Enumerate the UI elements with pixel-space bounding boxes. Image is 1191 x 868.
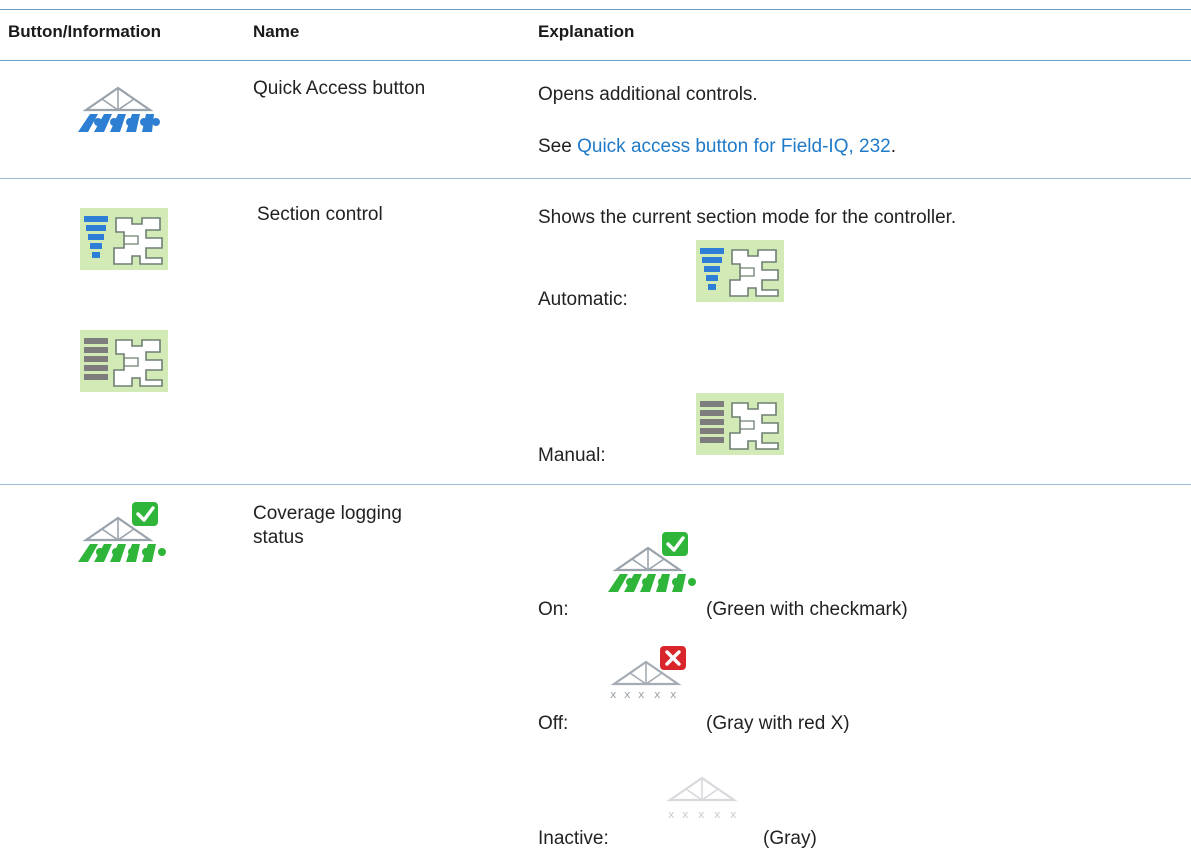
- coverage-logging-on-icon: [608, 532, 696, 592]
- column-header-explanation: Explanation: [538, 22, 635, 41]
- row-divider: [0, 484, 1191, 485]
- quick-access-link[interactable]: Quick access button for Field-IQ, 232: [577, 136, 891, 157]
- see-prefix: See: [538, 136, 578, 157]
- see-suffix: .: [890, 136, 897, 157]
- state-on-label: On:: [538, 599, 569, 620]
- svg-text:x: x: [654, 688, 661, 701]
- state-off-description: (Gray with red X): [706, 713, 850, 734]
- header-bottom-rule: [0, 60, 1191, 61]
- svg-text:x: x: [668, 808, 675, 821]
- quick-access-name: Quick Access button: [253, 78, 426, 99]
- state-inactive-description: (Gray): [763, 828, 817, 849]
- quick-access-explanation: Opens additional controls.: [538, 84, 758, 105]
- mode-automatic-label: Automatic:: [538, 289, 628, 310]
- header-top-rule: [0, 9, 1191, 10]
- svg-text:x: x: [730, 808, 737, 821]
- quick-access-see-line: See Quick access button for Field-IQ, 23…: [538, 135, 896, 159]
- coverage-logging-on-icon[interactable]: [76, 500, 172, 566]
- section-control-name: Section control: [257, 204, 383, 225]
- row-divider: [0, 178, 1191, 179]
- svg-text:x: x: [638, 688, 645, 701]
- section-control-manual-icon: [696, 393, 784, 455]
- svg-text:x: x: [682, 808, 689, 821]
- svg-text:x: x: [670, 688, 677, 701]
- mode-manual-label: Manual:: [538, 445, 606, 466]
- column-header-name: Name: [253, 22, 300, 41]
- coverage-logging-off-icon: xxxxx: [610, 646, 686, 701]
- sprayer-blue-icon[interactable]: [76, 80, 162, 136]
- state-off-label: Off:: [538, 713, 569, 734]
- svg-text:x: x: [714, 808, 721, 821]
- coverage-logging-inactive-icon: xxxxx: [668, 776, 737, 821]
- svg-text:x: x: [698, 808, 705, 821]
- state-on-description: (Green with checkmark): [706, 599, 908, 620]
- coverage-logging-name-line1: Coverage logging: [253, 503, 402, 524]
- section-control-icon[interactable]: [80, 208, 168, 270]
- svg-text:x: x: [624, 688, 631, 701]
- svg-text:x: x: [610, 688, 617, 701]
- coverage-logging-name-line2: status: [253, 527, 304, 548]
- section-control-explanation: Shows the current section mode for the c…: [538, 207, 957, 228]
- section-control-automatic-icon: [696, 240, 784, 302]
- state-inactive-label: Inactive:: [538, 828, 609, 849]
- column-header-button: Button/Information: [8, 22, 161, 41]
- section-control-manual-icon: [80, 330, 168, 392]
